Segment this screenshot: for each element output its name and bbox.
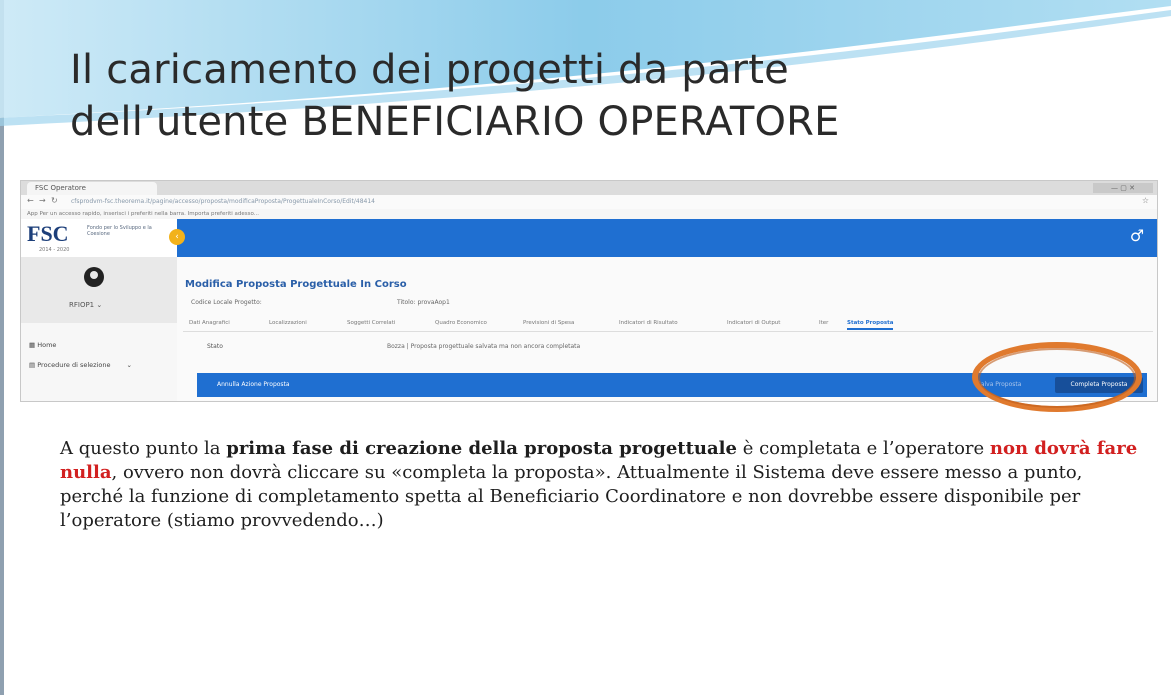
tab-localizzazioni[interactable]: Localizzazioni	[269, 320, 307, 326]
fsc-logo-years: 2014 - 2020	[39, 247, 70, 253]
bookmarks-bar: App Per un accesso rapido, inserisci i p…	[21, 209, 1157, 219]
stato-value: Bozza | Proposta progettuale salvata ma …	[387, 343, 581, 350]
body-part-3: è completata e l’operatore	[736, 438, 990, 459]
stato-label: Stato	[207, 343, 223, 350]
title-line-1: Il caricamento dei progetti da parte	[70, 47, 789, 93]
sidebar-item-label: Procedure di selezione	[37, 361, 111, 369]
tab-bar: Dati Anagrafici Localizzazioni Soggetti …	[183, 317, 1153, 332]
slide-body-text: A questo punto la prima fase di creazion…	[60, 437, 1140, 533]
tab-quadro-economico[interactable]: Quadro Economico	[435, 320, 487, 326]
fsc-logo: FSC Fondo per lo Sviluppo e la Coesione …	[21, 219, 177, 258]
highlight-ring-inner	[978, 348, 1136, 408]
tab-iter[interactable]: Iter	[819, 320, 828, 326]
home-icon: ▦	[29, 341, 36, 349]
address-bar: ← → ↻ cfsprodvm-fsc.theorema.it/pagine/a…	[21, 195, 1157, 210]
tab-stato-proposta[interactable]: Stato Proposta	[847, 320, 894, 330]
slide-title: Il caricamento dei progetti da parte del…	[70, 44, 1070, 148]
title-line-2: dell’utente BENEFICIARIO OPERATORE	[70, 99, 840, 145]
app-top-bar	[177, 219, 1157, 257]
tab-dati-anagrafici[interactable]: Dati Anagrafici	[189, 320, 230, 326]
forward-icon[interactable]: →	[39, 196, 46, 205]
page-title: Modifica Proposta Progettuale In Corso	[185, 279, 407, 290]
annulla-azione-button[interactable]: Annulla Azione Proposta	[217, 381, 290, 388]
chevron-left-icon[interactable]: ‹	[169, 229, 185, 245]
browser-tab[interactable]: FSC Operatore	[27, 182, 157, 195]
sidebar-item-home[interactable]: ▦ Home	[29, 341, 56, 349]
user-gear-icon[interactable]: ♂	[1127, 226, 1147, 246]
star-icon[interactable]: ☆	[1142, 196, 1149, 205]
avatar-face	[90, 271, 98, 279]
browser-tabbar: FSC Operatore — ▢ ✕	[21, 181, 1157, 195]
codice-locale-label: Codice Locale Progetto:	[191, 299, 262, 306]
tab-indicatori-output[interactable]: Indicatori di Output	[727, 320, 780, 326]
fsc-logo-subtitle: Fondo per lo Sviluppo e la Coesione	[87, 225, 152, 237]
sidebar: RFIOP1 ⌄ ▦ Home ▤ Procedure di selezione…	[21, 257, 178, 401]
tab-previsioni-spesa[interactable]: Previsioni di Spesa	[523, 320, 574, 326]
back-icon[interactable]: ←	[27, 196, 34, 205]
username-menu[interactable]: RFIOP1 ⌄	[69, 301, 102, 309]
body-part-5: , ovvero non dovrà cliccare su «completa…	[60, 462, 1083, 531]
tab-soggetti-correlati[interactable]: Soggetti Correlati	[347, 320, 395, 326]
list-icon: ▤	[29, 361, 36, 369]
body-bold-phrase: prima fase di creazione della proposta p…	[226, 438, 737, 459]
sidebar-item-procedure[interactable]: ▤ Procedure di selezione ⌄	[29, 361, 132, 369]
tab-indicatori-risultato[interactable]: Indicatori di Risultato	[619, 320, 678, 326]
profile-area: RFIOP1 ⌄	[21, 257, 177, 323]
slide: Il caricamento dei progetti da parte del…	[0, 0, 1171, 695]
sidebar-item-label: Home	[37, 341, 57, 349]
window-controls[interactable]: — ▢ ✕	[1093, 183, 1153, 193]
url-field[interactable]: cfsprodvm-fsc.theorema.it/pagine/accesso…	[71, 197, 1091, 207]
fsc-logo-text: FSC	[27, 221, 69, 246]
titolo-label: Titolo: provaAop1	[397, 299, 450, 306]
reload-icon[interactable]: ↻	[51, 196, 58, 205]
chevron-down-icon: ⌄	[126, 361, 132, 369]
body-part-1: A questo punto la	[60, 438, 227, 459]
